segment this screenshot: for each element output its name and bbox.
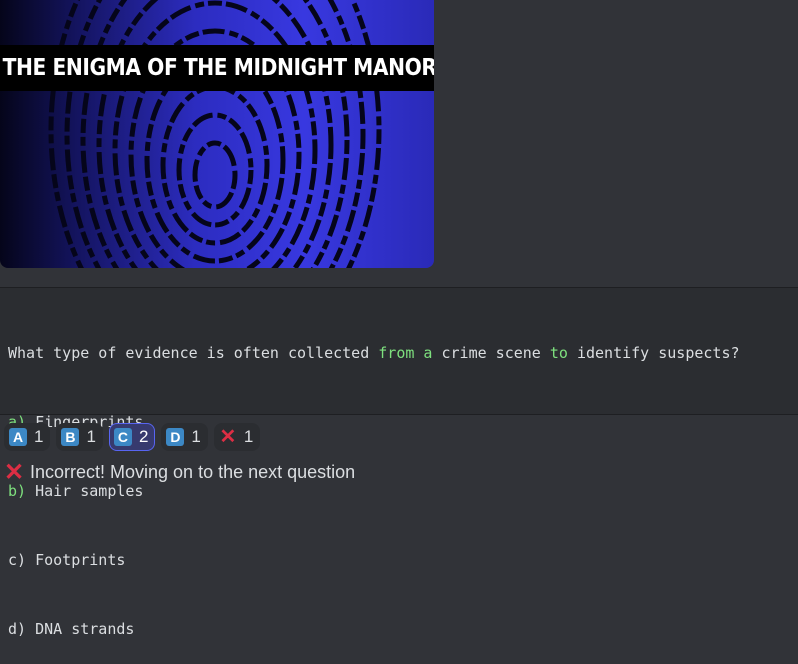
question-segment: identify suspects? bbox=[567, 344, 740, 362]
letter-b-icon: B bbox=[61, 428, 80, 446]
question-keyword: from bbox=[378, 344, 415, 362]
reaction-cross-button[interactable]: ✕ 1 bbox=[213, 423, 261, 451]
reaction-count: 1 bbox=[86, 427, 96, 446]
question-segment: crime scene bbox=[432, 344, 550, 362]
option-text: DNA strands bbox=[26, 620, 135, 638]
result-text: Incorrect! Moving on to the next questio… bbox=[30, 462, 356, 482]
option-letter: c) bbox=[8, 551, 27, 569]
reaction-b-button[interactable]: B 1 bbox=[56, 423, 103, 451]
option-text: Hair samples bbox=[26, 482, 144, 500]
option-letter: d) bbox=[8, 620, 27, 638]
title-banner: THE ENIGMA OF THE MIDNIGHT MANOR bbox=[0, 45, 434, 91]
reaction-a-button[interactable]: A 1 bbox=[4, 423, 51, 451]
letter-d-icon: D bbox=[166, 428, 185, 446]
fingerprint-graphic bbox=[48, 0, 382, 268]
cross-mark-icon: ✕ bbox=[3, 458, 25, 486]
cross-mark-icon: ✕ bbox=[219, 426, 237, 448]
reaction-count: 2 bbox=[138, 427, 149, 446]
option-d: d) DNA strands bbox=[8, 618, 798, 641]
reaction-c-button[interactable]: C 2 bbox=[108, 423, 156, 451]
reaction-bar: A 1 B 1 C 2 D 1 ✕ 1 bbox=[4, 423, 261, 451]
option-text: Footprints bbox=[26, 551, 126, 569]
letter-a-icon: A bbox=[9, 428, 27, 446]
reaction-count: 1 bbox=[34, 427, 44, 446]
reaction-count: 1 bbox=[191, 427, 201, 446]
question-codeblock: What type of evidence is often collected… bbox=[0, 287, 798, 638]
result-message: ✕ Incorrect! Moving on to the next quest… bbox=[2, 458, 356, 486]
option-b: b) Hair samples bbox=[8, 480, 798, 503]
option-c: c) Footprints bbox=[8, 549, 798, 572]
question-text: What type of evidence is often collected… bbox=[8, 342, 798, 365]
letter-c-icon: C bbox=[113, 428, 132, 446]
embed-image[interactable]: THE ENIGMA OF THE MIDNIGHT MANOR bbox=[0, 0, 434, 268]
question-keyword: to bbox=[549, 344, 568, 362]
reaction-count: 1 bbox=[243, 427, 254, 446]
reaction-d-button[interactable]: D 1 bbox=[161, 423, 208, 451]
question-segment: What type of evidence is often collected bbox=[8, 344, 379, 362]
image-title: THE ENIGMA OF THE MIDNIGHT MANOR bbox=[2, 55, 434, 81]
